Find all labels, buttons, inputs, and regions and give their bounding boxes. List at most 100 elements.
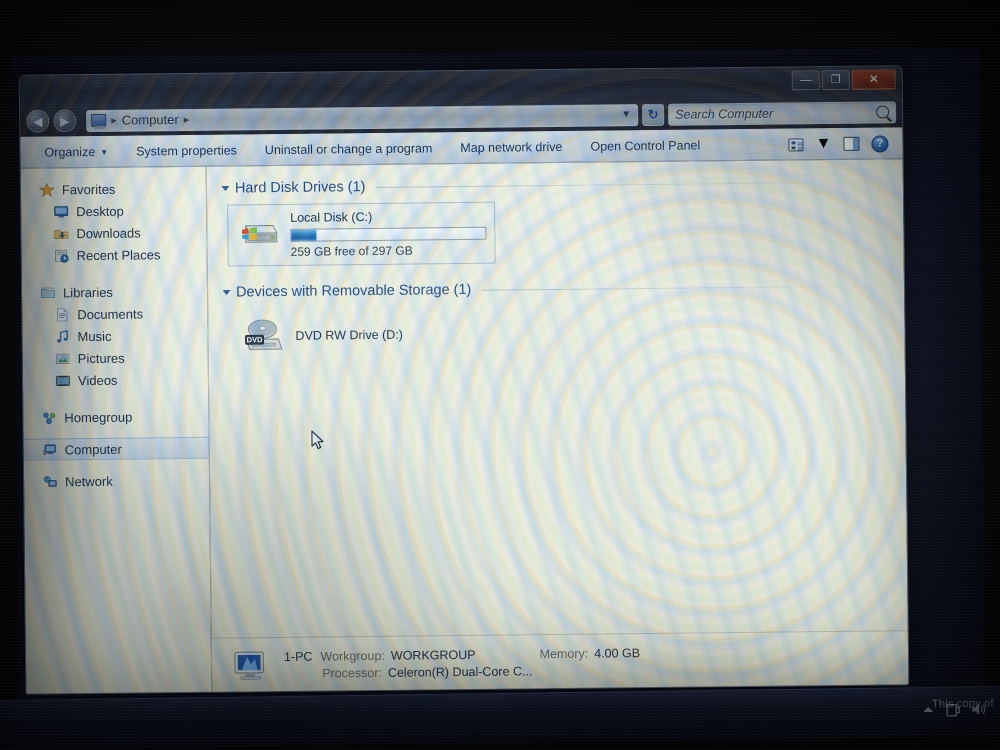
open-control-panel-label: Open Control Panel (590, 138, 701, 154)
expander-triangle-icon-2[interactable] (222, 290, 231, 296)
group-title-hard-disk-drives: Hard Disk Drives (1) (234, 179, 366, 197)
breadcrumb-separator-right[interactable]: ▸ (184, 113, 190, 126)
group-title-removable-storage: Devices with Removable Storage (1) (235, 281, 472, 301)
status-processor-value: Celeron(R) Dual-Core C... (387, 664, 533, 680)
status-text-group: 1-PC Workgroup: WORKGROUP Memory: 4.00 G… (284, 646, 640, 681)
sidebar-label-downloads: Downloads (76, 224, 141, 241)
status-workgroup-value: WORKGROUP (390, 647, 476, 663)
documents-icon (57, 307, 68, 321)
system-properties-label: System properties (136, 143, 237, 159)
preview-pane-icon[interactable] (843, 136, 860, 151)
close-icon: ✕ (869, 72, 879, 86)
sidebar-group-favorites[interactable]: Favorites (21, 177, 206, 201)
help-icon[interactable]: ? (871, 134, 889, 153)
computer-tree-icon (43, 443, 56, 455)
close-button[interactable]: ✕ (851, 69, 896, 90)
computer-icon (91, 113, 107, 128)
address-dropdown-icon[interactable]: ▼ (621, 109, 633, 120)
sidebar-item-network[interactable]: Network (24, 469, 209, 493)
forward-arrow-icon: ▶ (59, 113, 70, 128)
sidebar-item-homegroup[interactable]: Homegroup (23, 405, 208, 429)
sidebar-label-pictures: Pictures (77, 350, 125, 366)
sidebar-label-videos: Videos (77, 372, 118, 388)
capacity-bar-track (290, 226, 487, 242)
address-bar[interactable]: ▸ Computer ▸ ▼ (86, 103, 639, 132)
status-bar: 1-PC Workgroup: WORKGROUP Memory: 4.00 G… (211, 630, 909, 694)
music-icon (56, 329, 68, 343)
sidebar-label-recent-places: Recent Places (76, 246, 161, 263)
sidebar-item-computer[interactable]: Computer (23, 436, 209, 461)
view-mode-icon[interactable] (788, 137, 804, 151)
computer-status-icon (234, 650, 264, 680)
capacity-bar-fill (291, 229, 317, 241)
window-body: Favorites Desktop Downloads Recent Place… (20, 159, 909, 695)
back-button[interactable]: ◀ (26, 109, 50, 133)
sidebar-label-computer: Computer (64, 441, 122, 457)
sidebar-item-videos[interactable]: Videos (23, 368, 208, 392)
homegroup-icon (43, 411, 56, 424)
uninstall-label: Uninstall or change a program (264, 141, 433, 158)
chevron-down-icon: ▼ (100, 147, 109, 157)
libraries-icon (41, 286, 55, 298)
drive-capacity-local-disk-c: 259 GB free of 297 GB (290, 243, 413, 259)
sidebar-label-homegroup: Homegroup (64, 409, 133, 425)
drive-name-dvd-rw-d: DVD RW Drive (D:) (295, 327, 403, 343)
status-row-top: 1-PC Workgroup: WORKGROUP Memory: 4.00 G… (284, 646, 640, 664)
drive-name-local-disk-c: Local Disk (C:) (290, 209, 373, 225)
window-controls: — ❐ ✕ (791, 69, 896, 91)
sidebar-label-favorites: Favorites (61, 181, 116, 197)
group-header-hard-disk-drives[interactable]: Hard Disk Drives (1) (215, 173, 903, 196)
group-rule (376, 180, 903, 188)
sidebar-label-music: Music (77, 328, 112, 344)
dvd-drive-icon: DVD (245, 319, 283, 350)
sidebar-item-downloads[interactable]: Downloads (21, 221, 206, 245)
map-network-drive-label: Map network drive (460, 139, 563, 156)
breadcrumb-computer[interactable]: Computer (122, 112, 179, 128)
status-memory-key: Memory: (539, 646, 589, 662)
sidebar-item-music[interactable]: Music (22, 324, 207, 348)
search-input[interactable]: Search Computer (675, 105, 876, 121)
status-processor-key: Processor: (322, 665, 382, 681)
drive-item-dvd-rw-d[interactable]: DVD DVD RW Drive (D:) (228, 301, 905, 364)
sidebar-item-documents[interactable]: Documents (22, 302, 207, 326)
map-network-drive-button[interactable]: Map network drive (446, 135, 576, 160)
group-header-removable-storage[interactable]: Devices with Removable Storage (1) (216, 277, 905, 301)
photo-scene: — ❐ ✕ ◀ ▶ ▸ Computer ▸ ▼ ↻ Search Comput… (0, 0, 1000, 750)
organize-label: Organize (44, 144, 96, 160)
organize-button[interactable]: Organize ▼ (30, 140, 122, 165)
minimize-button[interactable]: — (791, 70, 820, 91)
sidebar-item-recent-places[interactable]: Recent Places (22, 243, 207, 267)
minimize-icon: — (800, 73, 812, 86)
status-row-bottom: Processor: Celeron(R) Dual-Core C... (284, 663, 640, 681)
command-bar-right-group: ▼ ? (788, 134, 893, 153)
desktop-icon (54, 205, 69, 218)
windows-activation-watermark: This copy of (932, 697, 995, 711)
status-workgroup-key: Workgroup: (320, 648, 385, 664)
drive-item-local-disk-c[interactable]: Local Disk (C:) 259 GB free of 297 GB (227, 201, 496, 267)
pictures-icon (55, 353, 70, 364)
drive-info-local-disk-c: Local Disk (C:) 259 GB free of 297 GB (290, 209, 487, 259)
sidebar-group-libraries[interactable]: Libraries (22, 280, 207, 304)
sidebar-label-network: Network (64, 473, 113, 489)
system-properties-button[interactable]: System properties (122, 138, 251, 163)
star-icon (38, 182, 55, 197)
sidebar-item-pictures[interactable]: Pictures (23, 346, 208, 370)
status-memory-value: 4.00 GB (594, 646, 641, 661)
view-chevron-down-icon[interactable]: ▼ (816, 135, 832, 153)
sidebar-label-documents: Documents (77, 305, 144, 322)
forward-button[interactable]: ▶ (53, 109, 77, 133)
explorer-window: — ❐ ✕ ◀ ▶ ▸ Computer ▸ ▼ ↻ Search Comput… (18, 65, 910, 695)
network-icon (43, 475, 57, 487)
open-control-panel-button[interactable]: Open Control Panel (576, 133, 714, 158)
refresh-icon: ↻ (647, 106, 659, 122)
search-box[interactable]: Search Computer (668, 100, 897, 126)
maximize-button[interactable]: ❐ (821, 69, 850, 91)
expander-triangle-icon[interactable] (221, 186, 230, 192)
refresh-button[interactable]: ↻ (642, 103, 665, 126)
videos-icon (56, 375, 70, 386)
search-icon (876, 105, 890, 119)
uninstall-change-program-button[interactable]: Uninstall or change a program (251, 136, 447, 162)
sidebar-item-desktop[interactable]: Desktop (21, 199, 206, 223)
breadcrumb-separator-left: ▸ (111, 114, 117, 127)
hard-drive-icon (242, 225, 278, 243)
